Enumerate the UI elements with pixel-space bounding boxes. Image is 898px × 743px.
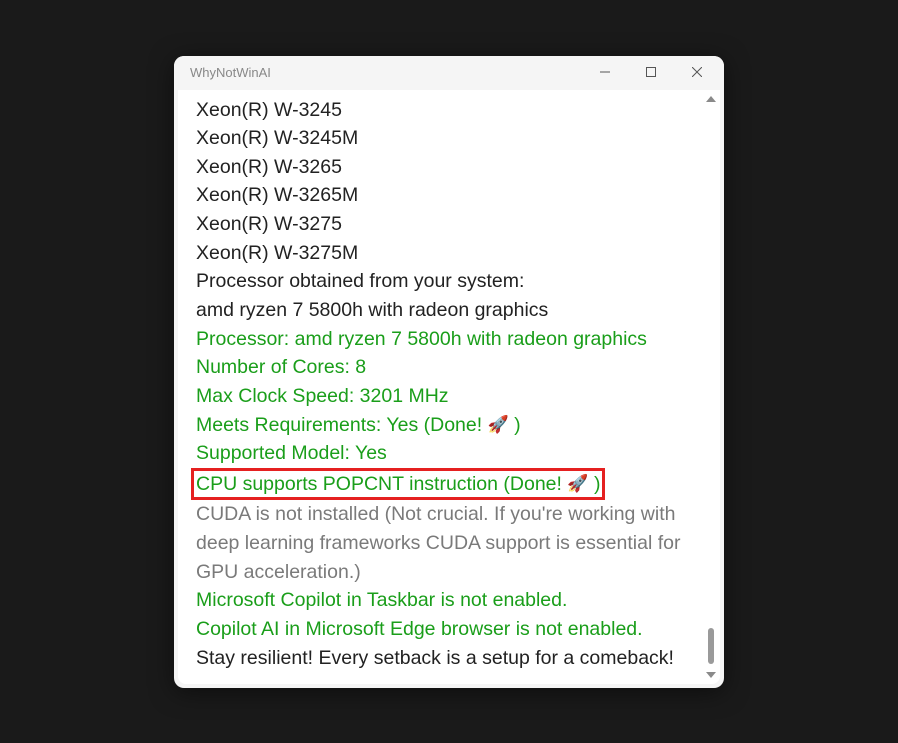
vertical-scrollbar[interactable] (706, 96, 716, 678)
output-line: Processor obtained from your system: (196, 267, 702, 296)
output-line: Stay resilient! Every setback is a setup… (196, 644, 702, 673)
output-line-success: Microsoft Copilot in Taskbar is not enab… (196, 586, 702, 615)
output-line: Xeon(R) W-3245M (196, 124, 702, 153)
content-area: Xeon(R) W-3245 Xeon(R) W-3245M Xeon(R) W… (178, 90, 720, 684)
output-line: Xeon(R) W-3265M (196, 181, 702, 210)
output-line-success: Supported Model: Yes (196, 439, 702, 468)
app-window: WhyNotWinAI Xeon(R) W-3245 Xeon(R) W-324… (174, 56, 724, 688)
output-line: amd ryzen 7 5800h with radeon graphics (196, 296, 702, 325)
minimize-icon (600, 67, 610, 77)
highlighted-line: CPU supports POPCNT instruction (Done! 🚀… (196, 468, 702, 500)
output-line: Xeon(R) W-3275M (196, 239, 702, 268)
output-line-success: Number of Cores: 8 (196, 353, 702, 382)
scroll-up-icon[interactable] (706, 96, 716, 102)
output-line-success: Processor: amd ryzen 7 5800h with radeon… (196, 325, 702, 354)
window-title: WhyNotWinAI (190, 65, 582, 80)
minimize-button[interactable] (582, 56, 628, 88)
rocket-icon: 🚀 (567, 473, 588, 496)
titlebar-buttons (582, 56, 720, 90)
scroll-thumb[interactable] (708, 628, 714, 664)
output-line-info: CUDA is not installed (Not crucial. If y… (196, 500, 702, 586)
maximize-icon (646, 67, 656, 77)
output-text[interactable]: Xeon(R) W-3245 Xeon(R) W-3245M Xeon(R) W… (178, 90, 720, 684)
titlebar[interactable]: WhyNotWinAI (174, 56, 724, 90)
output-line-success: Copilot AI in Microsoft Edge browser is … (196, 615, 702, 644)
scroll-down-icon[interactable] (706, 672, 716, 678)
maximize-button[interactable] (628, 56, 674, 88)
output-line-success: Max Clock Speed: 3201 MHz (196, 382, 702, 411)
close-button[interactable] (674, 56, 720, 88)
rocket-icon: 🚀 (488, 413, 509, 438)
output-line: Xeon(R) W-3275 (196, 210, 702, 239)
close-icon (692, 67, 702, 77)
highlight-annotation: CPU supports POPCNT instruction (Done! 🚀… (191, 468, 605, 500)
output-line: Xeon(R) W-3265 (196, 153, 702, 182)
output-line-success: Meets Requirements: Yes (Done! 🚀 ) (196, 411, 702, 440)
output-line: Xeon(R) W-3245 (196, 96, 702, 125)
